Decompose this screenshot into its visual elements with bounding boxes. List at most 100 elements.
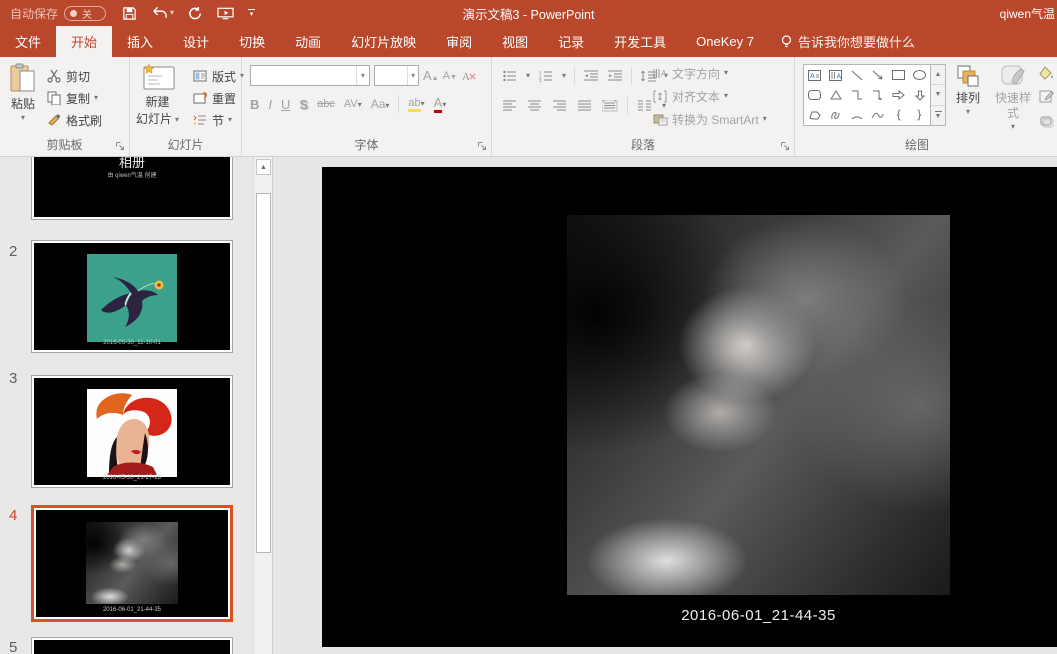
shape-fill-icon[interactable] (1038, 65, 1054, 81)
font-color-button[interactable]: A▾ (434, 95, 447, 113)
clear-formatting-icon[interactable]: A (461, 68, 477, 84)
paste-button[interactable]: 粘贴 ▾ (8, 63, 38, 122)
align-center-icon[interactable] (527, 98, 543, 114)
start-slideshow-icon[interactable] (217, 6, 234, 21)
shape-scroll-down-icon[interactable]: ▼ (931, 85, 945, 105)
tab-onekey7[interactable]: OneKey 7 (681, 26, 769, 57)
quick-styles-dropdown-icon[interactable]: ▾ (1011, 123, 1015, 131)
arrange-label: 排列 (956, 91, 980, 106)
font-name-combo[interactable]: ▾ (250, 65, 370, 86)
align-right-icon[interactable] (552, 98, 568, 114)
slide-1-thumbnail[interactable]: 相册 由 qiwen气温 创建 (31, 157, 233, 220)
font-name-dropdown-icon[interactable]: ▾ (356, 66, 369, 85)
paragraph-dialog-launcher[interactable] (780, 141, 791, 152)
shape-effects-icon[interactable] (1038, 113, 1054, 129)
grow-font-button[interactable]: A▲ (423, 68, 439, 83)
font-size-combo[interactable]: ▾ (374, 65, 419, 86)
shape-scroll-up-icon[interactable]: ▲ (931, 65, 945, 85)
tab-developer[interactable]: 开发工具 (599, 26, 681, 57)
shrink-font-button[interactable]: A▼ (443, 70, 457, 82)
undo-dropdown-icon[interactable]: ▾ (170, 9, 174, 17)
numbering-icon[interactable]: 123 (538, 68, 554, 84)
new-slide-button[interactable]: 新建 幻灯片 ▾ (136, 63, 179, 127)
tell-me-box[interactable]: 告诉我你想要做什么 (769, 26, 927, 57)
decrease-indent-icon[interactable] (583, 68, 599, 84)
slide-2-thumbnail[interactable]: 2016-05-30_11-10-01 (31, 240, 233, 353)
change-case-button[interactable]: Aa▾ (371, 97, 390, 111)
paste-dropdown-icon[interactable]: ▾ (21, 114, 25, 122)
tab-record[interactable]: 记录 (543, 26, 599, 57)
tab-file[interactable]: 文件 (0, 26, 56, 57)
undo-icon[interactable]: ▾ (151, 6, 174, 20)
shape-gallery[interactable]: A A (803, 64, 931, 126)
slide-5-thumbnail[interactable] (31, 637, 233, 654)
tab-view[interactable]: 视图 (487, 26, 543, 57)
columns-icon[interactable] (637, 98, 653, 114)
slide-4-thumbnail[interactable]: 2016-06-01_21-44-35 (31, 505, 233, 622)
copy-button[interactable]: 复制 ▾ (46, 89, 102, 107)
text-direction-dropdown-icon[interactable]: ▾ (724, 69, 728, 77)
copy-icon (46, 90, 62, 106)
format-painter-button[interactable]: 格式刷 (46, 111, 102, 129)
highlight-color-button[interactable]: ab▾ (408, 97, 424, 112)
italic-button[interactable]: I (268, 97, 272, 112)
align-text-button[interactable]: 对齐文本 ▾ (652, 87, 767, 105)
slide-photo[interactable] (567, 215, 950, 595)
align-text-dropdown-icon[interactable]: ▾ (724, 92, 728, 100)
text-shadow-button[interactable]: S (299, 97, 308, 112)
shape-gallery-scrollbar[interactable]: ▲ ▼ ▼ (931, 64, 946, 126)
smartart-dropdown-icon[interactable]: ▾ (763, 115, 767, 123)
tab-review[interactable]: 审阅 (431, 26, 487, 57)
tab-transitions[interactable]: 切换 (224, 26, 280, 57)
underline-button[interactable]: U (281, 97, 290, 112)
justify-icon[interactable] (577, 98, 593, 114)
tab-insert[interactable]: 插入 (112, 26, 168, 57)
strikethrough-button[interactable]: abc (317, 98, 335, 110)
slide-caption-text[interactable]: 2016-06-01_21-44-35 (567, 607, 950, 624)
save-icon[interactable] (122, 6, 137, 21)
bullets-dropdown-icon[interactable]: ▾ (526, 72, 530, 80)
layout-button[interactable]: 版式 ▾ (192, 67, 244, 85)
tab-slideshow[interactable]: 幻灯片放映 (336, 26, 431, 57)
copy-dropdown-icon[interactable]: ▾ (94, 94, 98, 102)
account-user-name[interactable]: qiwen气温 (1000, 0, 1055, 26)
shape-gallery-more-icon[interactable]: ▼ (931, 106, 945, 125)
font-size-input[interactable] (375, 66, 407, 85)
convert-smartart-button[interactable]: 转换为 SmartArt ▾ (652, 110, 767, 128)
text-direction-button[interactable]: A 文字方向 ▾ (652, 64, 767, 82)
current-slide-canvas[interactable]: 2016-06-01_21-44-35 (322, 167, 1057, 647)
tab-animations[interactable]: 动画 (280, 26, 336, 57)
font-size-dropdown-icon[interactable]: ▾ (407, 66, 418, 85)
shape-outline-icon[interactable] (1038, 89, 1054, 105)
increase-indent-icon[interactable] (607, 68, 623, 84)
font-dialog-launcher[interactable] (477, 141, 488, 152)
reset-label: 重置 (212, 90, 236, 107)
scrollbar-thumb[interactable] (256, 193, 271, 553)
character-spacing-button[interactable]: AV▾ (344, 98, 362, 110)
arrange-dropdown-icon[interactable]: ▾ (966, 108, 970, 116)
align-left-icon[interactable] (502, 98, 518, 114)
tab-home[interactable]: 开始 (56, 26, 112, 57)
section-button[interactable]: 节 ▾ (192, 111, 244, 129)
slide-3-thumbnail[interactable]: 2016-05-30_21-27-23 (31, 375, 233, 488)
quick-styles-button[interactable]: 快速样式 ▾ (991, 63, 1035, 131)
numbering-dropdown-icon[interactable]: ▾ (562, 72, 566, 80)
redo-icon[interactable] (188, 6, 203, 21)
customize-qat-icon[interactable]: ▾ (248, 9, 255, 18)
clipboard-dialog-launcher[interactable] (115, 141, 126, 152)
autosave-control[interactable]: 自动保存 关 (10, 5, 106, 22)
bold-button[interactable]: B (250, 97, 259, 112)
arrange-button[interactable]: 排列 ▾ (947, 63, 989, 116)
font-name-input[interactable] (251, 66, 356, 85)
distribute-text-icon[interactable] (602, 98, 618, 114)
section-dropdown-icon[interactable]: ▾ (228, 116, 232, 124)
reset-button[interactable]: 重置 (192, 89, 244, 107)
slide-2-caption: 2016-05-30_11-10-01 (34, 340, 230, 346)
cut-button[interactable]: 剪切 (46, 67, 102, 85)
bullets-icon[interactable] (502, 68, 518, 84)
new-slide-dropdown-icon[interactable]: ▾ (175, 116, 179, 124)
autosave-toggle[interactable]: 关 (64, 6, 106, 21)
tab-design[interactable]: 设计 (168, 26, 224, 57)
thumbnail-scrollbar[interactable]: ▲ (253, 157, 272, 654)
scroll-up-icon[interactable]: ▲ (256, 159, 271, 175)
